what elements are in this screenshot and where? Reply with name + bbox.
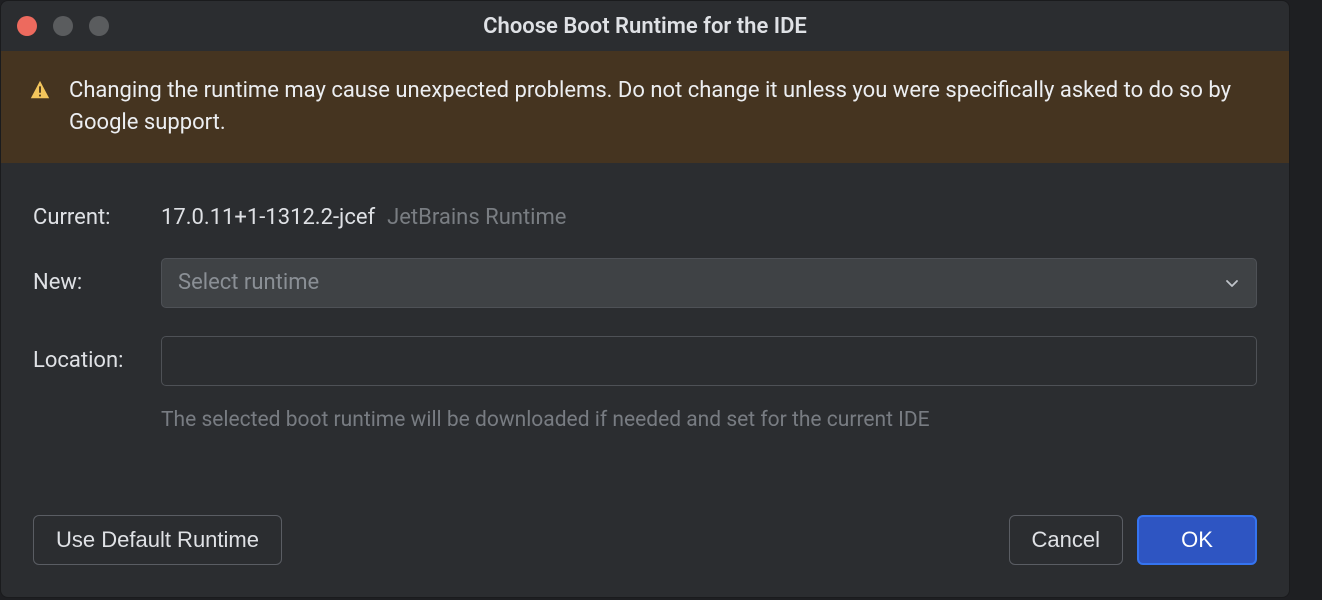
minimize-window-button[interactable] bbox=[53, 16, 73, 36]
dialog-title: Choose Boot Runtime for the IDE bbox=[1, 14, 1289, 39]
location-row: Location: bbox=[33, 336, 1257, 386]
cancel-button[interactable]: Cancel bbox=[1009, 515, 1123, 565]
hint-row: The selected boot runtime will be downlo… bbox=[33, 408, 1257, 432]
select-placeholder: Select runtime bbox=[178, 270, 319, 295]
ok-button[interactable]: OK bbox=[1137, 515, 1257, 565]
current-label: Current: bbox=[33, 205, 161, 230]
dialog-footer: Use Default Runtime Cancel OK bbox=[1, 515, 1289, 597]
choose-boot-runtime-dialog: Choose Boot Runtime for the IDE Changing… bbox=[0, 0, 1290, 598]
chevron-down-icon bbox=[1224, 275, 1240, 291]
maximize-window-button[interactable] bbox=[89, 16, 109, 36]
current-version: 17.0.11+1-1312.2-jcef bbox=[161, 205, 375, 230]
location-input[interactable] bbox=[161, 336, 1257, 386]
new-label: New: bbox=[33, 270, 161, 295]
current-runtime-value: 17.0.11+1-1312.2-jcef JetBrains Runtime bbox=[161, 205, 566, 230]
location-label: Location: bbox=[33, 348, 161, 373]
new-runtime-row: New: Select runtime bbox=[33, 258, 1257, 308]
warning-text: Changing the runtime may cause unexpecte… bbox=[69, 75, 1261, 139]
use-default-runtime-button[interactable]: Use Default Runtime bbox=[33, 515, 282, 565]
window-controls bbox=[17, 16, 109, 36]
hint-text: The selected boot runtime will be downlo… bbox=[161, 408, 930, 432]
current-vendor: JetBrains Runtime bbox=[387, 205, 566, 230]
warning-icon bbox=[29, 79, 51, 101]
warning-banner: Changing the runtime may cause unexpecte… bbox=[1, 51, 1289, 163]
current-runtime-row: Current: 17.0.11+1-1312.2-jcef JetBrains… bbox=[33, 205, 1257, 230]
new-runtime-select[interactable]: Select runtime bbox=[161, 258, 1257, 308]
background-strip bbox=[1290, 0, 1322, 600]
titlebar: Choose Boot Runtime for the IDE bbox=[1, 1, 1289, 51]
close-window-button[interactable] bbox=[17, 16, 37, 36]
dialog-content: Current: 17.0.11+1-1312.2-jcef JetBrains… bbox=[1, 163, 1289, 515]
